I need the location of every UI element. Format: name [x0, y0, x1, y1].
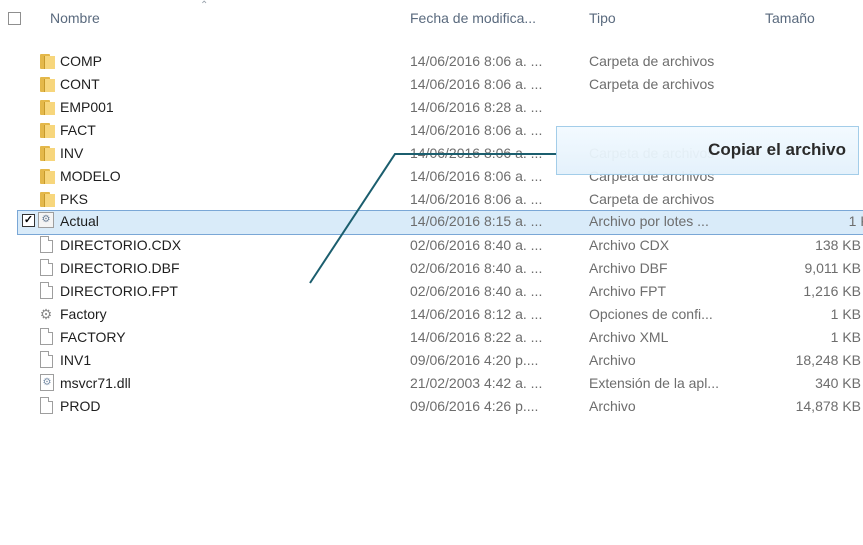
column-header-date[interactable]: Fecha de modifica... [410, 10, 536, 26]
file-name: PROD [60, 398, 101, 414]
file-icon [40, 351, 53, 368]
file-size: 138 KB [815, 237, 861, 253]
file-name: DIRECTORIO.FPT [60, 283, 178, 299]
file-row[interactable]: INV1 09/06/2016 4:20 p.... Archivo 18,248 K… [0, 349, 863, 372]
file-icon [40, 328, 53, 345]
file-date-modified: 14/06/2016 8:06 a. ... [410, 53, 543, 69]
file-name: FACTORY [60, 329, 126, 345]
row-checkbox[interactable]: ✓ [22, 214, 35, 227]
folder-icon [38, 121, 55, 139]
file-type: Extensión de la apl... [589, 375, 719, 391]
file-date-modified: 21/02/2003 4:42 a. ... [410, 375, 543, 391]
column-header-name[interactable]: Nombre [50, 10, 100, 26]
file-row[interactable]: DIRECTORIO.CDX 02/06/2016 8:40 a. ... Arch… [0, 234, 863, 257]
file-name: CONT [60, 76, 100, 92]
file-name: PKS [60, 191, 89, 207]
file-size: 1 KB [830, 306, 861, 322]
batch-file-icon: ⚙ [38, 212, 54, 228]
file-size: 1,216 KB [803, 283, 861, 299]
folder-icon [38, 167, 55, 185]
file-type: Carpeta de archivos [589, 53, 715, 69]
file-row[interactable]: DIRECTORIO.FPT 02/06/2016 8:40 a. ... Arch… [0, 280, 863, 303]
file-row[interactable]: FACTORY 14/06/2016 8:22 a. ... Archivo XML… [0, 326, 863, 349]
file-size: 1 KB [848, 213, 863, 229]
file-name: INV [60, 145, 84, 161]
file-date-modified: 14/06/2016 8:06 a. ... [410, 76, 543, 92]
folder-icon [38, 52, 55, 70]
file-name: DIRECTORIO.DBF [60, 260, 180, 276]
file-icon [40, 397, 53, 414]
file-date-modified: 02/06/2016 8:40 a. ... [410, 260, 543, 276]
file-size: 14,878 KB [795, 398, 861, 414]
folder-icon [38, 144, 55, 162]
file-name: Factory [60, 306, 107, 322]
dll-file-icon: ⚙ [40, 374, 54, 391]
file-type: Archivo por lotes ... [589, 213, 709, 229]
file-date-modified: 09/06/2016 4:26 p.... [410, 398, 539, 414]
file-date-modified: 02/06/2016 8:40 a. ... [410, 283, 543, 299]
callout-text: Copiar el archivo [708, 140, 846, 159]
column-header-type[interactable]: Tipo [589, 10, 616, 26]
sort-ascending-icon: ⌃ [200, 0, 209, 11]
file-row[interactable]: DIRECTORIO.DBF 02/06/2016 8:40 a. ... Arch… [0, 257, 863, 280]
file-icon [40, 259, 53, 276]
file-row[interactable]: ⚙ Factory 14/06/2016 8:12 a. ... Opciones d… [0, 303, 863, 326]
file-date-modified: 02/06/2016 8:40 a. ... [410, 237, 543, 253]
file-icon [40, 236, 53, 253]
file-type: Archivo [589, 398, 636, 414]
column-header-size[interactable]: Tamaño [765, 10, 815, 26]
file-name: Actual [60, 213, 99, 229]
file-type: Carpeta de archivos [589, 191, 715, 207]
gear-icon: ⚙ [39, 306, 53, 322]
file-date-modified: 14/06/2016 8:06 a. ... [410, 191, 543, 207]
file-row[interactable]: COMP 14/06/2016 8:06 a. ... Carpeta de arc… [0, 50, 863, 73]
file-date-modified: 09/06/2016 4:20 p.... [410, 352, 539, 368]
folder-icon [38, 98, 55, 116]
file-name: msvcr71.dll [60, 375, 131, 391]
file-type: Archivo CDX [589, 237, 670, 253]
file-row[interactable]: EMP001 14/06/2016 8:28 a. ... [0, 96, 863, 119]
file-date-modified: 14/06/2016 8:28 a. ... [410, 99, 543, 115]
tooltip-callout: Copiar el archivo [556, 126, 859, 175]
file-name: INV1 [60, 352, 92, 368]
file-icon [40, 282, 53, 299]
file-date-modified: 14/06/2016 8:06 a. ... [410, 145, 543, 161]
file-name: EMP001 [60, 99, 114, 115]
file-name: DIRECTORIO.CDX [60, 237, 182, 253]
file-name: FACT [60, 122, 96, 138]
file-size: 18,248 KB [795, 352, 861, 368]
file-type: Archivo FPT [589, 283, 667, 299]
file-date-modified: 14/06/2016 8:15 a. ... [410, 213, 543, 229]
file-size: 9,011 KB [804, 260, 861, 276]
file-row[interactable]: ⚙ msvcr71.dll 21/02/2003 4:42 a. ... Extens… [0, 372, 863, 395]
file-type: Carpeta de archivos [589, 76, 715, 92]
select-all-checkbox[interactable] [8, 12, 21, 25]
folder-icon [38, 190, 55, 208]
file-row[interactable]: PROD 09/06/2016 4:26 p.... Archivo 14,878 K… [0, 395, 863, 418]
file-type: Archivo DBF [589, 260, 668, 276]
file-size: 1 KB [830, 329, 861, 345]
file-type: Opciones de confi... [589, 306, 713, 322]
file-row[interactable]: PKS 14/06/2016 8:06 a. ... Carpeta de arch… [0, 188, 863, 211]
folder-icon [38, 75, 55, 93]
file-name: MODELO [60, 168, 121, 184]
file-size: 340 KB [815, 375, 861, 391]
file-type: Archivo XML [589, 329, 669, 345]
column-header-bar: ⌃ Nombre Fecha de modifica... Tipo Tamañ… [0, 0, 863, 40]
file-row[interactable]: ✓ ⚙ Actual 14/06/2016 8:15 a. ... Archivo po… [17, 210, 863, 235]
file-date-modified: 14/06/2016 8:12 a. ... [410, 306, 543, 322]
file-date-modified: 14/06/2016 8:06 a. ... [410, 168, 543, 184]
file-date-modified: 14/06/2016 8:06 a. ... [410, 122, 543, 138]
file-name: COMP [60, 53, 102, 69]
file-row[interactable]: CONT 14/06/2016 8:06 a. ... Carpeta de arc… [0, 73, 863, 96]
file-type: Archivo [589, 352, 636, 368]
file-date-modified: 14/06/2016 8:22 a. ... [410, 329, 543, 345]
